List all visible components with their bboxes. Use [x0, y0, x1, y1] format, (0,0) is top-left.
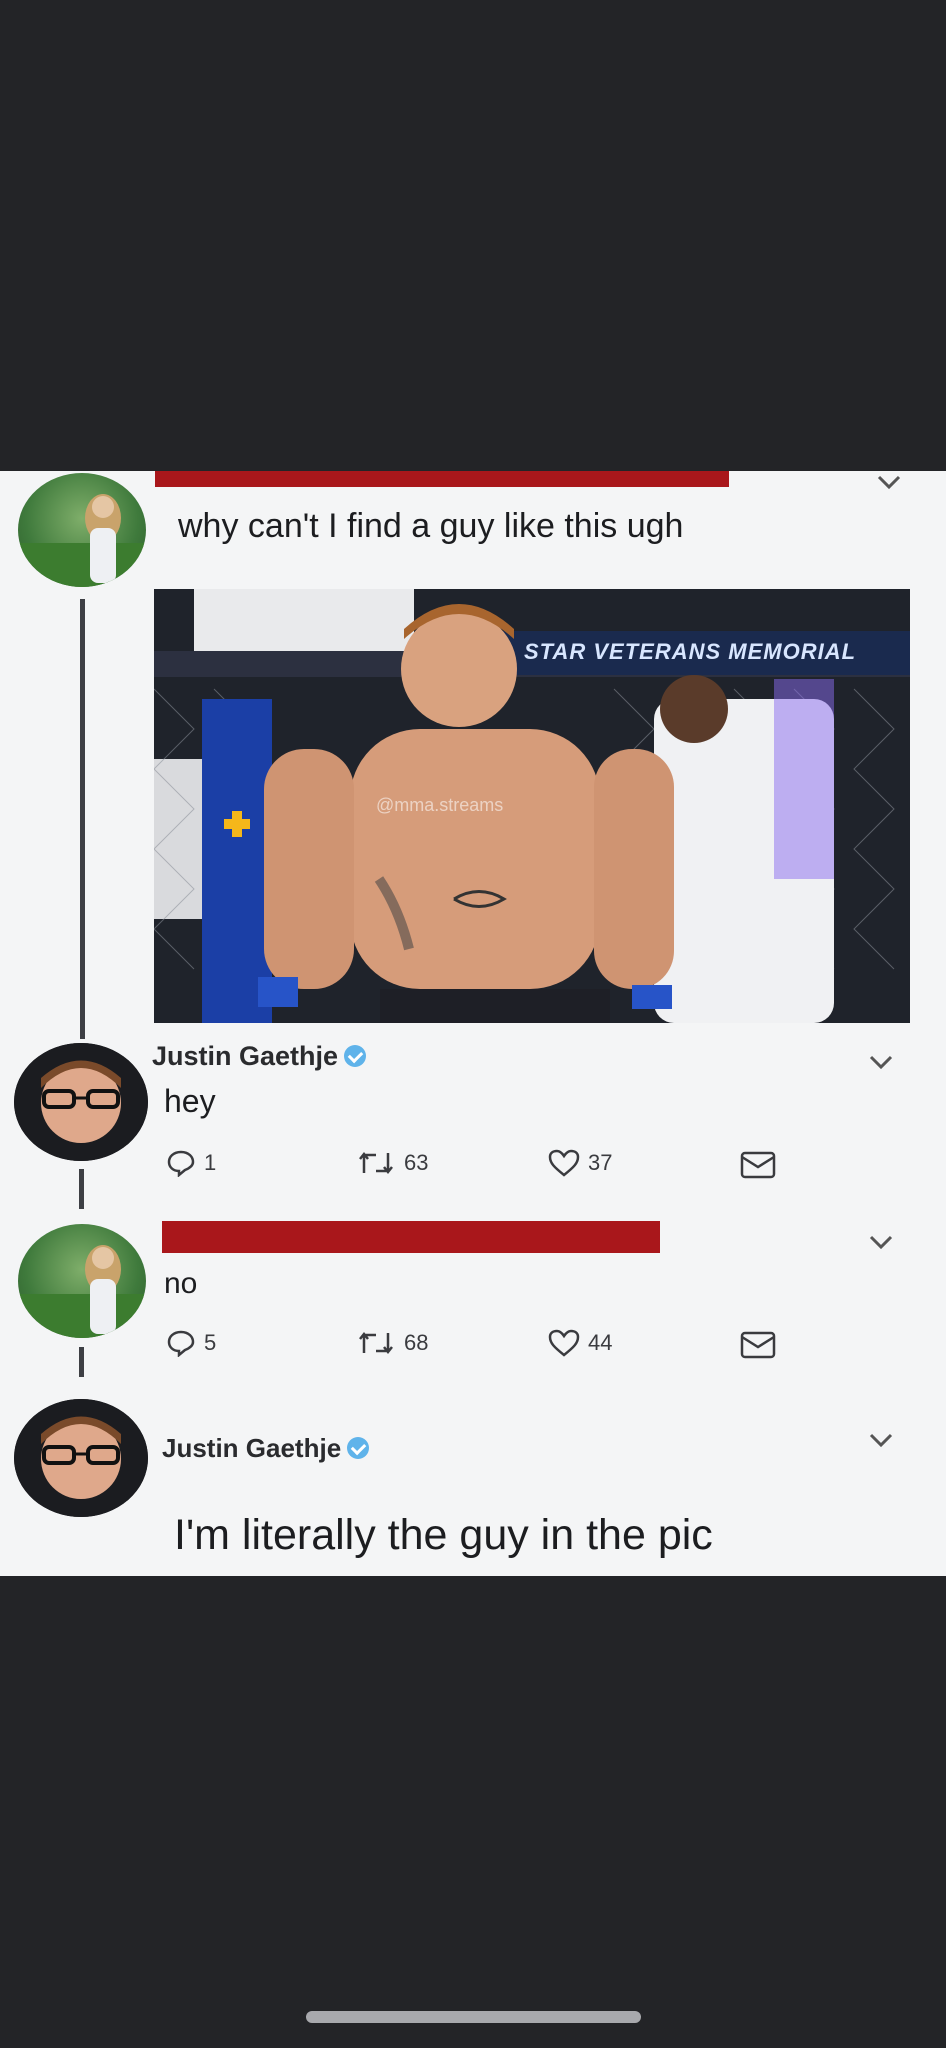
tweet-photo[interactable]: STAR VETERANS MEMORIAL @mma.streams	[154, 589, 910, 1023]
chevron-down-icon[interactable]	[868, 1431, 894, 1449]
envelope-icon	[740, 1331, 776, 1359]
like-count: 44	[588, 1330, 613, 1355]
redacted-username	[162, 1221, 660, 1253]
tweet-text: hey	[164, 1083, 216, 1119]
avatar[interactable]	[14, 1399, 148, 1517]
retweet-count: 68	[404, 1330, 429, 1355]
like-button[interactable]: 37	[548, 1149, 612, 1177]
reply-count: 1	[204, 1150, 217, 1175]
photo-banner: STAR VETERANS MEMORIAL	[524, 639, 857, 664]
thread-line	[79, 1347, 84, 1377]
chevron-down-icon[interactable]	[868, 1233, 894, 1251]
reply-button[interactable]: 5	[166, 1329, 216, 1357]
verified-badge-icon	[344, 1044, 367, 1067]
retweet-button[interactable]: 63	[356, 1149, 428, 1177]
like-count: 37	[588, 1150, 613, 1175]
reply-button[interactable]: 1	[166, 1149, 216, 1177]
tweet-text: why can't I find a guy like this ugh	[178, 507, 684, 545]
reply-count: 5	[204, 1330, 217, 1355]
avatar[interactable]	[14, 1043, 148, 1161]
avatar[interactable]	[18, 473, 146, 587]
tweet-text: I'm literally the guy in the pic	[174, 1511, 713, 1559]
reply-icon	[167, 1150, 195, 1177]
avatar[interactable]	[18, 1224, 146, 1338]
thread-line	[79, 1169, 84, 1209]
message-button[interactable]	[740, 1151, 776, 1179]
home-indicator[interactable]	[306, 2011, 641, 2023]
like-button[interactable]: 44	[548, 1329, 612, 1357]
author-name-text: Justin Gaethje	[152, 1041, 339, 1071]
message-button[interactable]	[740, 1331, 776, 1359]
redacted-username	[155, 471, 729, 487]
tweet-text: no	[164, 1267, 198, 1300]
meme-screenshot: why can't I find a guy like this ugh STA…	[0, 471, 946, 1576]
retweet-button[interactable]: 68	[356, 1329, 428, 1357]
heart-icon	[548, 1329, 580, 1357]
author-name[interactable]: Justin Gaethje	[162, 1433, 370, 1464]
verified-badge-icon	[347, 1437, 370, 1460]
photo-watermark: @mma.streams	[376, 795, 504, 815]
reply-icon	[167, 1330, 195, 1357]
chevron-down-icon[interactable]	[868, 1053, 894, 1071]
chevron-down-icon[interactable]	[876, 473, 902, 491]
author-name[interactable]: Justin Gaethje	[152, 1041, 367, 1072]
heart-icon	[548, 1149, 580, 1177]
thread-line	[80, 599, 85, 1039]
author-name-text: Justin Gaethje	[162, 1433, 342, 1463]
retweet-count: 63	[404, 1150, 429, 1175]
envelope-icon	[740, 1151, 776, 1179]
retweet-icon	[359, 1331, 393, 1355]
retweet-icon	[359, 1151, 393, 1175]
